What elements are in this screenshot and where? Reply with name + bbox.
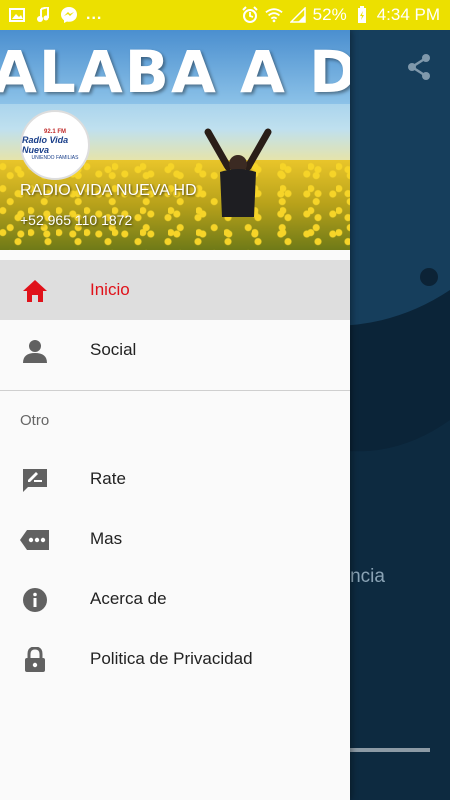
share-icon[interactable] bbox=[404, 52, 434, 82]
info-icon bbox=[23, 588, 47, 612]
menu-item-social[interactable]: Social bbox=[0, 320, 350, 380]
lock-icon bbox=[25, 647, 45, 672]
banner: ALABA A DIOS bbox=[0, 30, 350, 104]
battery-charging-icon bbox=[353, 6, 371, 24]
menu-item-label: Politica de Privacidad bbox=[90, 649, 253, 668]
station-logo: 92.1 FM Radio Vida Nueva UNIENDO FAMILIA… bbox=[20, 110, 90, 180]
station-name: RADIO VIDA NUEVA HD bbox=[20, 182, 197, 199]
logo-tagline: UNIENDO FAMILIAS bbox=[31, 155, 79, 161]
section-header-otro: Otro bbox=[20, 411, 50, 429]
menu-item-label: Mas bbox=[90, 529, 123, 548]
background-progress-bar[interactable] bbox=[350, 748, 430, 752]
menu-item-label: Inicio bbox=[90, 280, 130, 299]
wifi-icon bbox=[265, 6, 283, 24]
signal-icon bbox=[289, 6, 307, 24]
banner-text: ALABA A DIOS bbox=[0, 38, 350, 104]
menu-item-label: Rate bbox=[90, 469, 126, 488]
person-praising-image bbox=[204, 128, 272, 217]
drawer-menu: Inicio Social Otro Rate Mas Acerca de Po… bbox=[0, 260, 350, 689]
clock: 4:34 PM bbox=[376, 5, 440, 24]
messenger-notification-icon bbox=[60, 6, 78, 24]
music-notification-icon bbox=[34, 6, 52, 24]
more-tag-icon bbox=[20, 530, 49, 550]
more-notifications: ... bbox=[86, 6, 103, 23]
battery-percent: 52% bbox=[312, 5, 347, 24]
alarm-icon bbox=[241, 6, 259, 24]
menu-item-inicio[interactable]: Inicio bbox=[0, 260, 350, 320]
person-icon bbox=[23, 340, 47, 363]
menu-item-politica-de-privacidad[interactable]: Politica de Privacidad bbox=[0, 629, 350, 689]
home-icon bbox=[23, 280, 47, 302]
menu-item-label: Acerca de bbox=[90, 589, 167, 608]
menu-item-label: Social bbox=[90, 340, 137, 359]
menu-item-rate[interactable]: Rate bbox=[0, 449, 350, 509]
rate-icon bbox=[23, 469, 47, 492]
menu-item-acerca-de[interactable]: Acerca de bbox=[0, 569, 350, 629]
navigation-drawer: ALABA A DIOS 92.1 FM Radio Vida Nueva UN… bbox=[0, 30, 350, 800]
logo-name: Radio Vida Nueva bbox=[22, 135, 69, 155]
gallery-notification-icon bbox=[8, 6, 26, 24]
station-phone[interactable]: +52 965 110 1872 bbox=[20, 212, 132, 228]
drawer-header: ALABA A DIOS 92.1 FM Radio Vida Nueva UN… bbox=[0, 30, 350, 250]
status-bar: ... 52% 4:34 PM bbox=[0, 0, 450, 30]
menu-item-mas[interactable]: Mas bbox=[0, 509, 350, 569]
